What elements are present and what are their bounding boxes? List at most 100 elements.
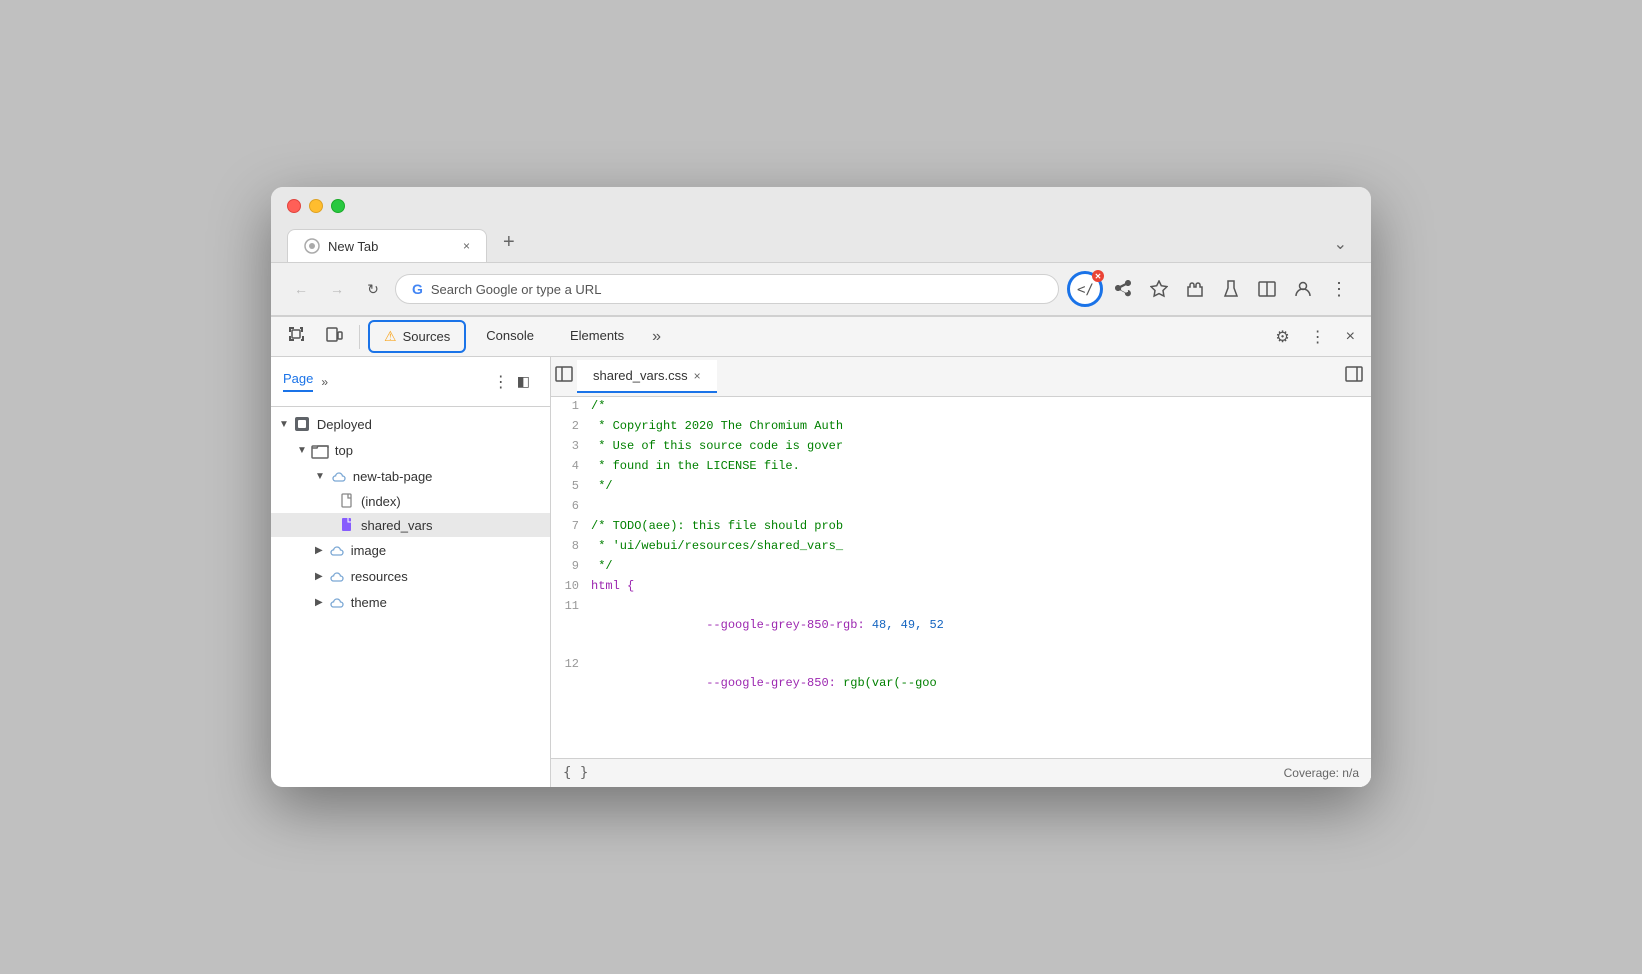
browser-window: New Tab × + ⌄ ← → ↻ G Search Google or t… — [271, 187, 1371, 787]
code-line-7: 7 /* TODO(aee): this file should prob — [551, 517, 1371, 537]
file-tree-more[interactable]: ⋮ — [493, 372, 509, 392]
close-button[interactable] — [287, 199, 301, 213]
device-icon[interactable] — [317, 317, 351, 356]
chrome-icon — [304, 238, 320, 254]
bookmark-button[interactable] — [1143, 273, 1175, 305]
labs-button[interactable] — [1215, 273, 1247, 305]
editor-tab-bar: shared_vars.css × — [551, 357, 1371, 397]
editor-tab-shared-vars[interactable]: shared_vars.css × — [577, 360, 717, 393]
format-button[interactable]: { } — [563, 765, 588, 781]
tree-item-shared-vars[interactable]: shared_vars — [271, 513, 550, 537]
browser-tab-new-tab[interactable]: New Tab × — [287, 229, 487, 262]
cloud-folder-icon — [329, 467, 347, 485]
collapse-tree-icon[interactable]: ◧ — [509, 365, 538, 398]
address-input[interactable]: G Search Google or type a URL — [395, 274, 1059, 304]
tree-item-theme[interactable]: ▶ theme — [271, 589, 550, 615]
cloud-folder-theme-icon — [327, 593, 345, 611]
share-button[interactable] — [1107, 273, 1139, 305]
tab-close-button[interactable]: × — [463, 239, 470, 253]
tree-arrow-new-tab-page: ▼ — [315, 471, 325, 482]
line-num-5: 5 — [551, 477, 591, 497]
new-tab-button[interactable]: + — [491, 223, 527, 262]
maximize-button[interactable] — [331, 199, 345, 213]
profile-button[interactable] — [1287, 273, 1319, 305]
settings-icon[interactable]: ⚙ — [1267, 319, 1297, 355]
more-options-icon[interactable]: ⋮ — [1302, 319, 1334, 355]
close-devtools-button[interactable]: × — [1338, 320, 1363, 354]
file-tree-chevron[interactable]: » — [321, 375, 328, 389]
code-line-11: 11 --google-grey-850-rgb: 48, 49, 52 — [551, 597, 1371, 655]
code-line-6: 6 — [551, 497, 1371, 517]
cloud-folder-resources-icon — [327, 567, 345, 585]
resources-label: resources — [351, 569, 408, 584]
sources-tab[interactable]: ⚠ Sources — [368, 320, 466, 353]
console-tab-label: Console — [486, 328, 534, 343]
css-file-icon — [339, 517, 355, 533]
code-line-8: 8 * 'ui/webui/resources/shared_vars_ — [551, 537, 1371, 557]
toolbar-icons: </> ✕ ⋮ — [1067, 271, 1355, 307]
file-tree-content: ▼ Deployed ▼ — [271, 407, 550, 787]
coverage-label: Coverage: n/a — [1284, 766, 1359, 780]
tree-item-index[interactable]: (index) — [271, 489, 550, 513]
code-line-10: 10 html { — [551, 577, 1371, 597]
editor-sidebar-toggle[interactable] — [551, 361, 577, 392]
line-num-2: 2 — [551, 417, 591, 437]
editor-tab-filename: shared_vars.css — [593, 368, 688, 383]
split-view-button[interactable] — [1251, 273, 1283, 305]
collapse-editor-icon[interactable] — [1337, 357, 1371, 396]
page-tab[interactable]: Page — [283, 371, 313, 392]
line-content-7: /* TODO(aee): this file should prob — [591, 517, 1371, 537]
cloud-folder-image-icon — [327, 541, 345, 559]
line-content-12: --google-grey-850: rgb(var(--goo — [591, 655, 1371, 713]
folder-icon — [311, 441, 329, 459]
value-11: 48, 49, 52 — [872, 618, 944, 632]
back-button[interactable]: ← — [287, 275, 315, 303]
line-content-10: html { — [591, 577, 1371, 597]
error-badge: ✕ — [1092, 270, 1104, 282]
traffic-lights — [287, 199, 1355, 213]
elements-tab[interactable]: Elements — [554, 318, 640, 355]
tree-arrow-theme: ▶ — [315, 597, 323, 608]
line-content-8: * 'ui/webui/resources/shared_vars_ — [591, 537, 1371, 557]
line-num-7: 7 — [551, 517, 591, 537]
devtools-body: Page » ⋮ ◧ ▼ Deployed — [271, 357, 1371, 787]
tree-item-new-tab-page[interactable]: ▼ new-tab-page — [271, 463, 550, 489]
line-num-4: 4 — [551, 457, 591, 477]
index-label: (index) — [361, 494, 401, 509]
more-tabs-button[interactable]: ⌄ — [1326, 226, 1355, 262]
editor-tab-close[interactable]: × — [694, 369, 701, 383]
line-num-9: 9 — [551, 557, 591, 577]
tree-item-deployed[interactable]: ▼ Deployed — [271, 411, 550, 437]
code-line-1: 1 /* — [551, 397, 1371, 417]
deployed-icon — [293, 415, 311, 433]
tree-item-top[interactable]: ▼ top — [271, 437, 550, 463]
more-devtools-tabs[interactable]: » — [644, 320, 669, 354]
line-content-9: */ — [591, 557, 1371, 577]
code-line-9: 9 */ — [551, 557, 1371, 577]
tree-item-resources[interactable]: ▶ resources — [271, 563, 550, 589]
refresh-button[interactable]: ↻ — [359, 275, 387, 303]
tab-title: New Tab — [328, 239, 378, 254]
line-num-12: 12 — [551, 655, 591, 713]
address-bar: ← → ↻ G Search Google or type a URL </> … — [271, 263, 1371, 316]
generic-file-icon — [339, 493, 355, 509]
line-num-3: 3 — [551, 437, 591, 457]
chrome-menu-button[interactable]: ⋮ — [1323, 273, 1355, 305]
code-line-3: 3 * Use of this source code is gover — [551, 437, 1371, 457]
line-num-11: 11 — [551, 597, 591, 655]
inspector-icon[interactable] — [279, 317, 313, 356]
svg-text:</>: </> — [1077, 282, 1094, 298]
tree-arrow-top: ▼ — [297, 445, 307, 456]
tree-item-image[interactable]: ▶ image — [271, 537, 550, 563]
line-num-1: 1 — [551, 397, 591, 417]
tree-arrow-image: ▶ — [315, 545, 323, 556]
line-content-1: /* — [591, 397, 1371, 417]
extensions-button[interactable] — [1179, 273, 1211, 305]
tree-arrow-resources: ▶ — [315, 571, 323, 582]
console-tab[interactable]: Console — [470, 318, 550, 355]
tab-separator — [359, 325, 360, 349]
devtools-toggle-button[interactable]: </> ✕ — [1067, 271, 1103, 307]
minimize-button[interactable] — [309, 199, 323, 213]
elements-tab-label: Elements — [570, 328, 624, 343]
forward-button[interactable]: → — [323, 275, 351, 303]
